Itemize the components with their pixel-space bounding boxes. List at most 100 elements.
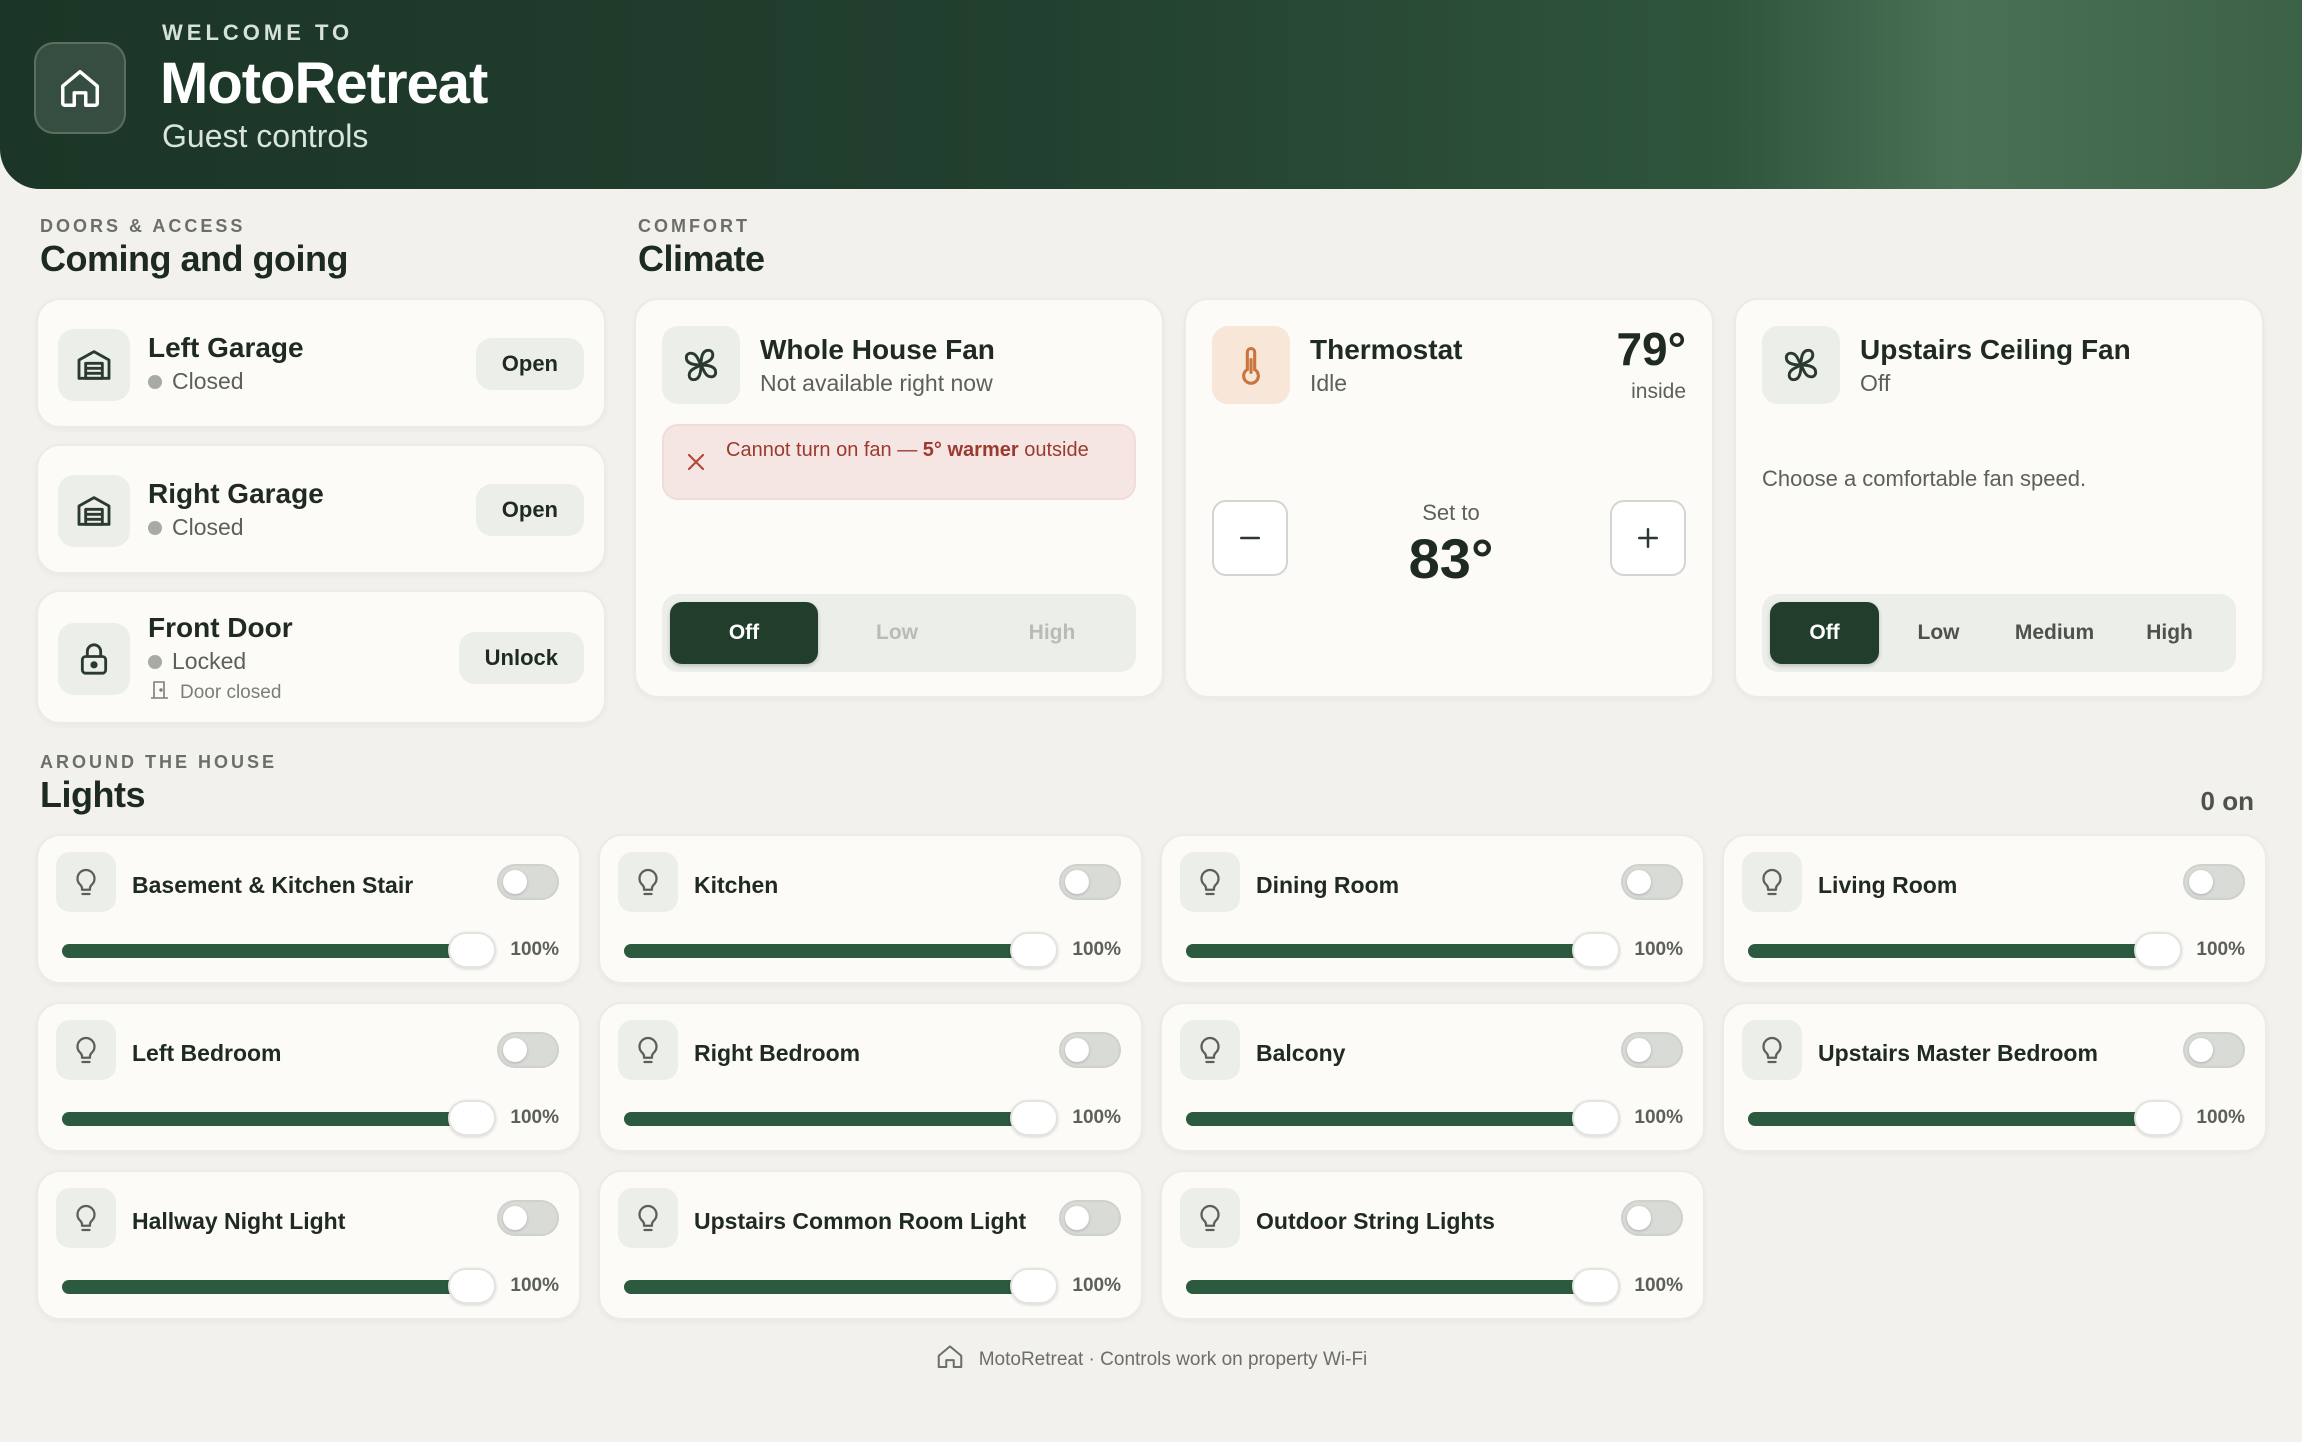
status-dot	[148, 520, 162, 535]
fan-alert: Cannot turn on fan — 5° warmer outside	[662, 424, 1136, 500]
toggle-knob	[1065, 1206, 1089, 1230]
toggle-knob	[2189, 1038, 2213, 1062]
light-toggle[interactable]	[1621, 864, 1683, 900]
light-card: Kitchen 100%	[598, 834, 1143, 984]
brightness-value: 100%	[1634, 1107, 1683, 1128]
light-name: Outdoor String Lights	[1256, 1208, 1495, 1234]
door-status-text: Locked	[172, 648, 247, 674]
lightbulb-icon	[618, 852, 678, 912]
lights-title: Lights	[40, 774, 145, 815]
light-card: Upstairs Common Room Light 100%	[598, 1170, 1143, 1320]
brightness-slider-track[interactable]	[62, 944, 472, 958]
app-header: WELCOME TO MotoRetreat Guest controls	[0, 0, 2302, 189]
lightbulb-icon	[56, 852, 116, 912]
ceiling-fan-card: Upstairs Ceiling Fan Off Choose a comfor…	[1734, 298, 2264, 698]
toggle-knob	[1065, 870, 1089, 894]
open-right-garage-button[interactable]: Open	[475, 484, 584, 536]
brightness-slider-track[interactable]	[624, 1112, 1034, 1126]
whole-house-fan-card: Whole House Fan Not available right now …	[634, 298, 1164, 698]
brightness-slider-handle[interactable]	[1572, 1100, 1620, 1136]
fan-alert-message: Cannot turn on fan — 5° warmer outside	[726, 439, 1089, 461]
lights-kicker: AROUND THE HOUSE	[40, 752, 278, 772]
brightness-value: 100%	[510, 1275, 559, 1296]
light-name: Kitchen	[694, 872, 779, 898]
brightness-value: 100%	[2196, 1107, 2245, 1128]
current-temperature: 79°	[1616, 323, 1686, 375]
light-card: Outdoor String Lights 100%	[1160, 1170, 1705, 1320]
garage-icon	[58, 329, 130, 401]
door-status: Locked	[148, 648, 246, 675]
brightness-slider-track[interactable]	[62, 1112, 472, 1126]
light-name: Basement & Kitchen Stair	[132, 872, 414, 898]
brightness-slider-handle[interactable]	[1572, 1268, 1620, 1304]
brightness-slider-track[interactable]	[1748, 944, 2158, 958]
light-card: Right Bedroom 100%	[598, 1002, 1143, 1152]
home-icon	[935, 1342, 965, 1378]
brightness-slider-handle[interactable]	[1010, 1268, 1058, 1304]
thermometer-icon	[1212, 326, 1290, 404]
fan-speed-selector: Off Low High	[662, 594, 1136, 672]
ceiling-fan-speed-selector: Off Low Medium High	[1762, 594, 2236, 672]
light-toggle[interactable]	[1621, 1032, 1683, 1068]
door-status-text: Closed	[172, 368, 244, 394]
brightness-slider-track[interactable]	[62, 1280, 472, 1294]
door-name: Front Door	[148, 612, 293, 643]
light-toggle[interactable]	[1621, 1200, 1683, 1236]
door-icon	[148, 678, 172, 708]
brightness-slider-handle[interactable]	[1572, 932, 1620, 968]
unlock-front-door-button[interactable]: Unlock	[458, 632, 584, 684]
brightness-slider-track[interactable]	[1186, 1280, 1596, 1294]
increase-temperature-button[interactable]	[1610, 500, 1686, 576]
ceiling-fan-speed-high[interactable]: High	[2111, 602, 2228, 664]
lightbulb-icon	[1180, 852, 1240, 912]
light-toggle[interactable]	[2183, 1032, 2245, 1068]
fan-speed-high[interactable]: High	[976, 602, 1128, 664]
thermostat-state: Idle	[1310, 370, 1348, 396]
open-left-garage-button[interactable]: Open	[475, 338, 584, 390]
ceiling-fan-speed-off[interactable]: Off	[1770, 602, 1880, 664]
plus-icon	[1638, 528, 1658, 548]
light-toggle[interactable]	[497, 864, 559, 900]
lightbulb-icon	[618, 1188, 678, 1248]
brightness-value: 100%	[1072, 1107, 1121, 1128]
lightbulb-icon	[56, 1020, 116, 1080]
brightness-slider-track[interactable]	[1748, 1112, 2158, 1126]
brightness-value: 100%	[1072, 939, 1121, 960]
brightness-slider-handle[interactable]	[1010, 1100, 1058, 1136]
door-sensor-text: Door closed	[180, 682, 282, 703]
fan-icon	[662, 326, 740, 404]
ceiling-fan-speed-medium[interactable]: Medium	[1998, 602, 2111, 664]
brightness-slider-handle[interactable]	[1010, 932, 1058, 968]
brightness-slider-handle[interactable]	[2134, 1100, 2182, 1136]
light-toggle[interactable]	[1059, 1200, 1121, 1236]
fan-speed-off[interactable]: Off	[670, 602, 818, 664]
status-dot	[148, 654, 162, 669]
brightness-slider-handle[interactable]	[448, 1268, 496, 1304]
toggle-knob	[503, 1038, 527, 1062]
light-toggle[interactable]	[497, 1032, 559, 1068]
light-card: Living Room 100%	[1722, 834, 2267, 984]
lightbulb-icon	[56, 1188, 116, 1248]
light-card: Left Bedroom 100%	[36, 1002, 581, 1152]
fan-subtitle: Not available right now	[760, 370, 993, 396]
brightness-slider-track[interactable]	[1186, 944, 1596, 958]
light-toggle[interactable]	[2183, 864, 2245, 900]
fan-speed-low[interactable]: Low	[818, 602, 976, 664]
brightness-slider-track[interactable]	[624, 1280, 1034, 1294]
light-toggle[interactable]	[497, 1200, 559, 1236]
brightness-slider-track[interactable]	[1186, 1112, 1596, 1126]
brightness-slider-track[interactable]	[624, 944, 1034, 958]
light-toggle[interactable]	[1059, 1032, 1121, 1068]
brightness-slider-handle[interactable]	[448, 932, 496, 968]
ceiling-fan-speed-low[interactable]: Low	[1879, 602, 1998, 664]
light-card: Hallway Night Light 100%	[36, 1170, 581, 1320]
footer-text: MotoRetreat · Controls work on property …	[978, 1349, 1368, 1370]
thermostat-title: Thermostat	[1310, 334, 1463, 365]
brightness-slider-handle[interactable]	[448, 1100, 496, 1136]
footer: MotoRetreat · Controls work on property …	[0, 1342, 2302, 1378]
door-card-left-garage: Left Garage Closed Open	[36, 298, 606, 428]
light-toggle[interactable]	[1059, 864, 1121, 900]
lights-on-count: 0 on	[2200, 786, 2254, 816]
brightness-slider-handle[interactable]	[2134, 932, 2182, 968]
light-name: Upstairs Master Bedroom	[1818, 1040, 2098, 1066]
